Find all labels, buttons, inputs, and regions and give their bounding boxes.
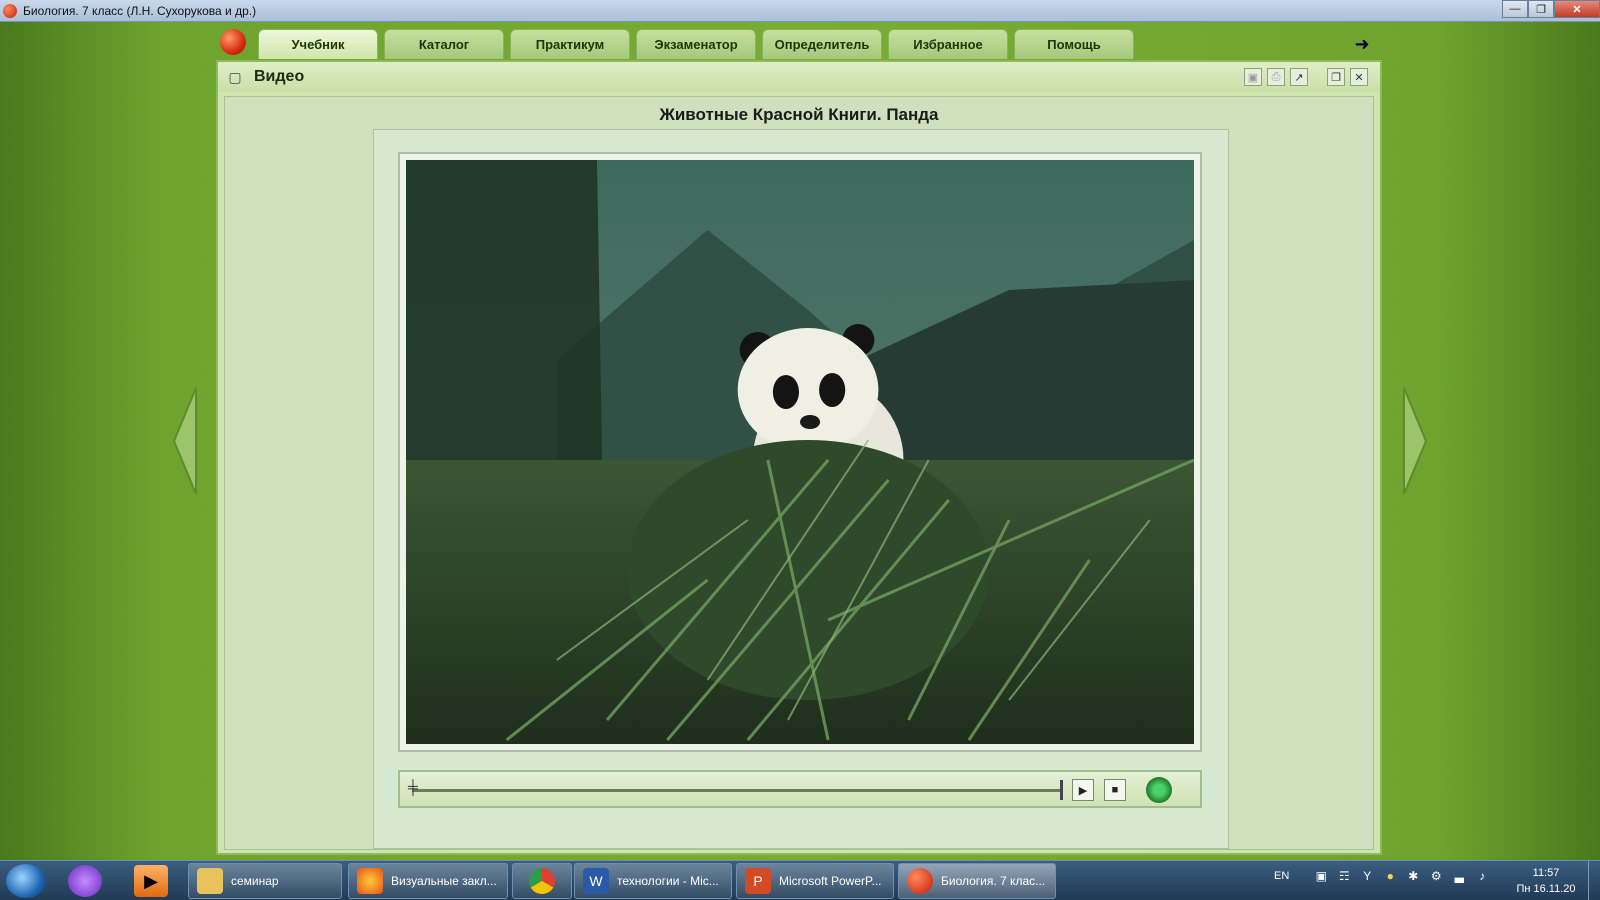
taskbar-item-seminar[interactable]: семинар: [188, 863, 342, 899]
monitor-icon[interactable]: ▣: [1314, 869, 1328, 883]
signal-icon[interactable]: ▃: [1452, 869, 1466, 883]
main-tabs: Учебник Каталог Практикум Экзаменатор Оп…: [258, 29, 1134, 59]
safely-remove-icon[interactable]: ⚙: [1429, 869, 1443, 883]
biology-app-icon: [907, 868, 933, 894]
video-title: Животные Красной Книги. Панда: [659, 105, 939, 124]
firefox-icon: [357, 868, 383, 894]
speaker-icon[interactable]: ♪: [1475, 869, 1489, 883]
close-icon[interactable]: ✕: [1350, 68, 1368, 86]
video-content-area: Животные Красной Книги. Панда ╪ ▶ ■: [224, 96, 1374, 850]
player-controls: ╪ ▶ ■: [398, 770, 1202, 808]
apple-app-icon: [3, 3, 17, 18]
window-controls: — ❐ ✕: [1502, 0, 1600, 18]
show-desktop-button[interactable]: [1588, 861, 1600, 900]
start-button[interactable]: [6, 864, 46, 898]
network-device-icon[interactable]: ☶: [1337, 869, 1351, 883]
video-window: ▢ Видео ▣ ⎙ ↗ ❐ ✕ Животные Красной Книги…: [216, 60, 1382, 855]
word-icon: W: [583, 868, 609, 894]
restore-button[interactable]: ❐: [1528, 0, 1554, 18]
language-indicator[interactable]: EN: [1274, 870, 1289, 882]
window-title: Биология. 7 класс (Л.Н. Сухорукова и др.…: [23, 3, 257, 18]
alice-assistant-icon[interactable]: [68, 865, 102, 897]
clock-date: Пн 16.11.20: [1516, 883, 1576, 895]
volume-icon[interactable]: [1146, 777, 1172, 803]
tab-favorites[interactable]: Избранное: [888, 29, 1008, 59]
exit-icon[interactable]: ➜: [1348, 32, 1376, 56]
progress-track[interactable]: [412, 789, 1062, 792]
video-panel: ╪ ▶ ■: [373, 129, 1229, 849]
print-icon[interactable]: ⎙: [1267, 68, 1285, 86]
security-icon[interactable]: ●: [1383, 869, 1397, 883]
chrome-icon: [529, 868, 555, 894]
system-tray: EN ▣ ☶ Y ● ✱ ⚙ ▃ ♪: [1274, 869, 1489, 883]
taskbar-item-firefox[interactable]: Визуальные закл...: [348, 863, 508, 899]
tab-practicum[interactable]: Практикум: [510, 29, 630, 59]
clock[interactable]: 11:57 Пн 16.11.20: [1510, 865, 1582, 897]
folder-icon: [197, 868, 223, 894]
clock-time: 11:57: [1532, 867, 1560, 879]
apple-logo-icon[interactable]: [220, 29, 246, 55]
bluetooth-icon[interactable]: ✱: [1406, 869, 1420, 883]
progress-handle[interactable]: ╪: [408, 779, 422, 801]
video-frame: [398, 152, 1202, 752]
media-player-icon[interactable]: ▶: [134, 865, 168, 897]
stop-button[interactable]: ■: [1104, 779, 1126, 801]
window-title-bar: Биология. 7 класс (Л.Н. Сухорукова и др.…: [0, 0, 1600, 22]
taskbar: ▶ семинар Визуальные закл... W технологи…: [0, 860, 1600, 900]
taskbar-item-chrome[interactable]: [512, 863, 572, 899]
video-camera-icon: ▢: [228, 68, 242, 85]
window-heading: Видео: [254, 68, 305, 85]
tab-help[interactable]: Помощь: [1014, 29, 1134, 59]
yandex-icon[interactable]: Y: [1360, 869, 1374, 883]
taskbar-item-word[interactable]: W технологии - Mic...: [574, 863, 732, 899]
taskbar-item-powerpoint[interactable]: P Microsoft PowerP...: [736, 863, 894, 899]
previous-page-arrow-icon[interactable]: [170, 386, 200, 496]
tab-catalog[interactable]: Каталог: [384, 29, 504, 59]
progress-end-marker: [1060, 780, 1063, 800]
restore-window-icon[interactable]: ❐: [1327, 68, 1345, 86]
tab-examiner[interactable]: Экзаменатор: [636, 29, 756, 59]
header-tools: ▣ ⎙ ↗ ❐ ✕: [1244, 68, 1368, 86]
play-button[interactable]: ▶: [1072, 779, 1094, 801]
video-window-header: ▢ Видео ▣ ⎙ ↗ ❐ ✕: [218, 62, 1380, 92]
video-screen[interactable]: [406, 160, 1195, 744]
tab-identifier[interactable]: Определитель: [762, 29, 882, 59]
taskbar-item-biology[interactable]: Биология. 7 клас...: [898, 863, 1056, 899]
next-page-arrow-icon[interactable]: [1400, 386, 1430, 496]
tab-textbook[interactable]: Учебник: [258, 29, 378, 59]
close-window-button[interactable]: ✕: [1554, 0, 1600, 18]
powerpoint-icon: P: [745, 868, 771, 894]
save-icon[interactable]: ▣: [1244, 68, 1262, 86]
minimize-button[interactable]: —: [1502, 0, 1528, 18]
export-icon[interactable]: ↗: [1290, 68, 1308, 86]
